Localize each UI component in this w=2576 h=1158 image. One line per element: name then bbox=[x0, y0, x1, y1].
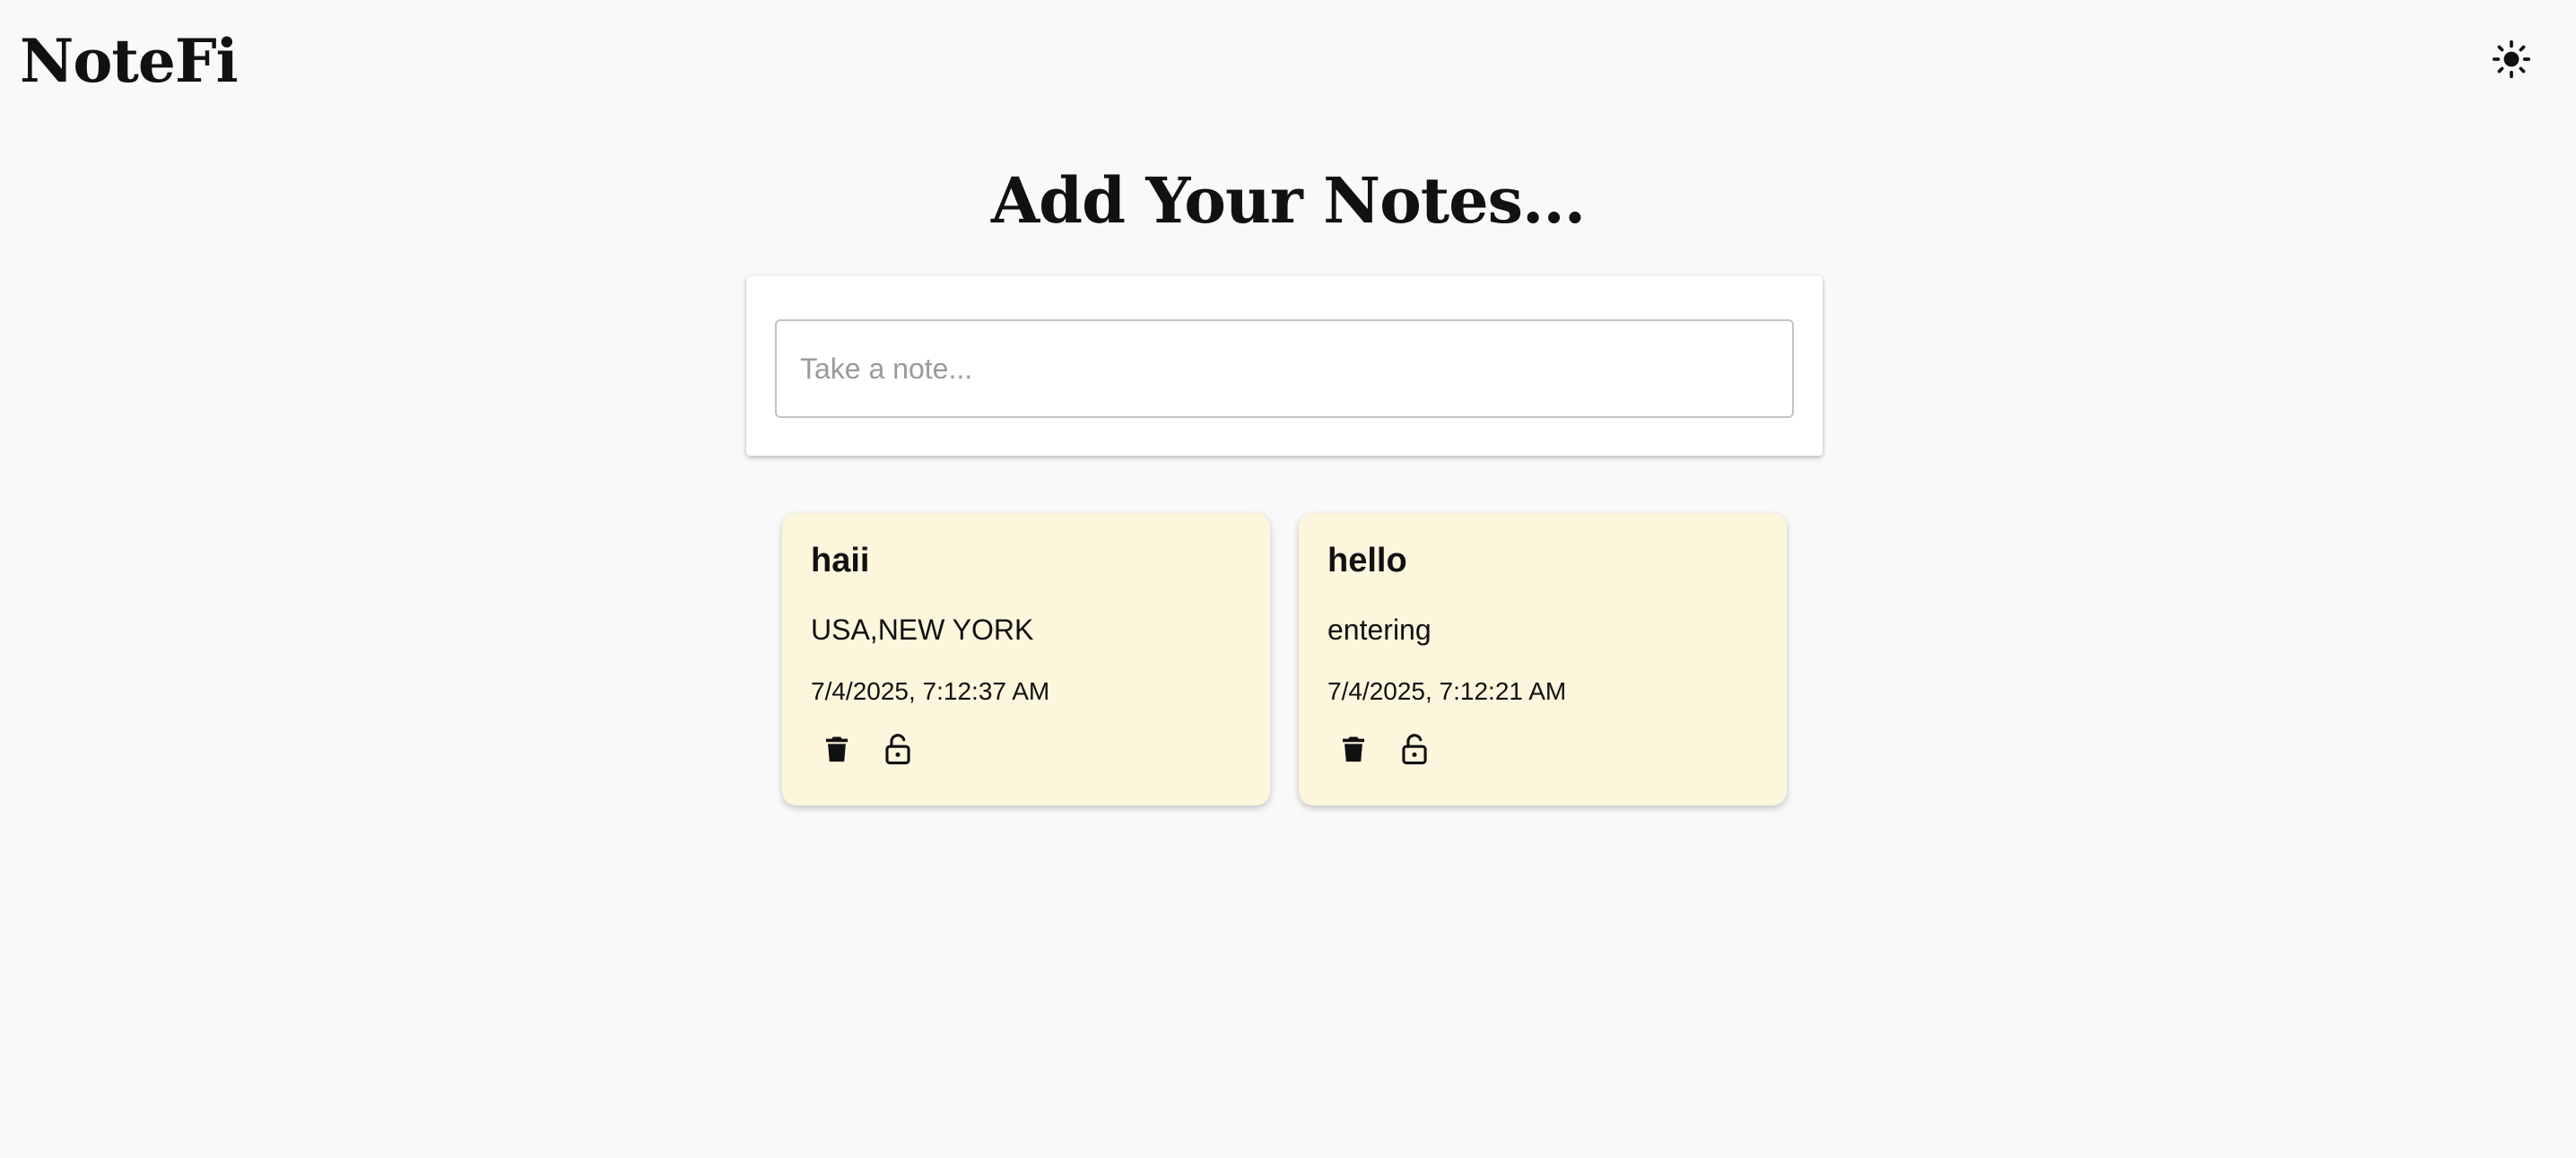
note-title: hello bbox=[1327, 542, 1407, 579]
sun-icon bbox=[2492, 39, 2531, 79]
theme-toggle-button[interactable] bbox=[2486, 34, 2537, 84]
lock-note-button[interactable] bbox=[1394, 728, 1435, 770]
unlock-icon bbox=[1402, 734, 1427, 765]
delete-note-button[interactable] bbox=[1333, 728, 1374, 770]
lock-note-button[interactable] bbox=[877, 728, 918, 770]
note-body: USA,NEW YORK bbox=[811, 614, 1034, 646]
note-actions bbox=[1333, 728, 1435, 770]
note-actions bbox=[816, 728, 918, 770]
note-body: entering bbox=[1327, 614, 1432, 646]
note-composer bbox=[746, 276, 1823, 456]
app-logo[interactable]: NoteFi bbox=[20, 25, 239, 97]
unlock-icon bbox=[885, 734, 910, 765]
note-title: haii bbox=[811, 542, 870, 579]
note-card[interactable]: hello entering 7/4/2025, 7:12:21 AM bbox=[1299, 513, 1787, 805]
app-root: NoteFi Add Your Notes... haii USA,NEW YO… bbox=[0, 0, 2576, 1158]
note-card[interactable]: haii USA,NEW YORK 7/4/2025, 7:12:37 AM bbox=[782, 513, 1270, 805]
trash-icon bbox=[1342, 736, 1365, 762]
note-date: 7/4/2025, 7:12:21 AM bbox=[1327, 677, 1567, 705]
trash-icon bbox=[825, 736, 849, 762]
delete-note-button[interactable] bbox=[816, 728, 857, 770]
note-date: 7/4/2025, 7:12:37 AM bbox=[811, 677, 1050, 705]
notes-list: haii USA,NEW YORK 7/4/2025, 7:12:37 AM h… bbox=[782, 513, 1787, 805]
page-heading: Add Your Notes... bbox=[990, 163, 1586, 238]
note-input[interactable] bbox=[775, 319, 1794, 418]
